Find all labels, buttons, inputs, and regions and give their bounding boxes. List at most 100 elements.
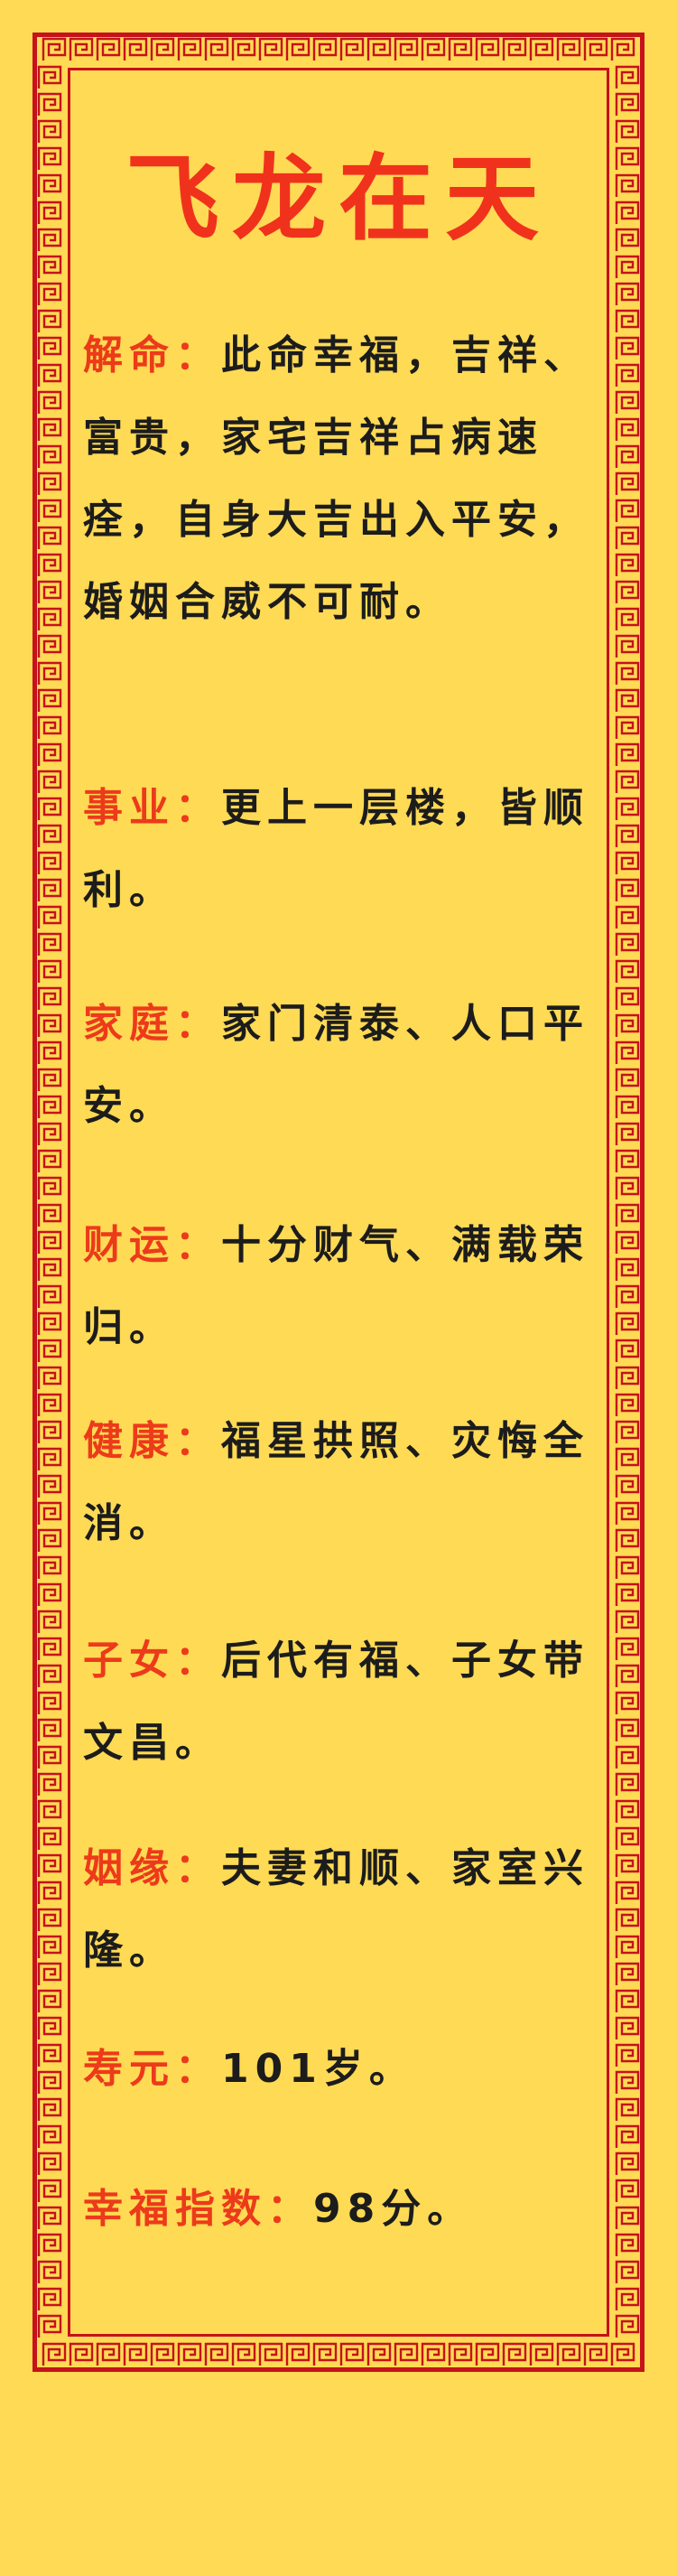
meander-motif [615,1068,640,1091]
section-label: 解命： [83,332,221,378]
meander-motif [37,1935,62,1958]
meander-motif [615,1989,640,2012]
meander-motif [615,92,640,116]
meander-motif [37,2016,62,2039]
meander-motif [96,37,121,61]
meander-motif [615,417,640,441]
meander-motif [615,1799,640,1823]
meander-motif [615,1826,640,1850]
meander-motif [615,851,640,874]
section-zinv: 子女：后代有福、子女带文昌。 [83,1619,598,1784]
meander-motif [37,959,62,983]
meander-motif [37,986,62,1010]
meander-motif [37,824,62,847]
meander-motif [610,37,635,61]
meander-motif [37,878,62,901]
meander-motif [615,1772,640,1796]
meander-motif [615,390,640,414]
meander-motif [177,37,202,61]
meander-motif [37,2124,62,2148]
meander-motif [37,390,62,414]
meander-motif [615,2016,640,2039]
meander-motif [615,2260,640,2283]
fret-pattern-left [36,63,63,2341]
section-yinyuan: 姻缘：夫妻和顺、家室兴隆。 [83,1827,598,1992]
meander-motif [615,1095,640,1118]
meander-motif [37,1257,62,1281]
meander-motif [615,1908,640,1931]
meander-motif [615,1176,640,1199]
meander-motif [37,2043,62,2067]
section-xingfu: 幸福指数：98分。 [83,2168,598,2250]
meander-motif [615,932,640,956]
meander-motif [615,742,640,766]
section-jieming: 解命：此命幸福，吉祥、富贵，家宅吉祥占病速痊，自身大吉出入平安，婚姻合威不可耐。 [83,314,598,643]
meander-motif [37,1122,62,1145]
meander-motif [529,2342,554,2366]
meander-motif [615,2206,640,2229]
meander-motif [615,824,640,847]
meander-motif [615,2097,640,2121]
meander-motif [204,2342,229,2366]
meander-motif [42,37,67,61]
meander-motif [37,770,62,793]
meander-motif [37,2151,62,2175]
meander-motif [615,1474,640,1498]
meander-motif [37,2070,62,2094]
meander-motif [312,2342,338,2366]
meander-motif [615,797,640,820]
meander-motif [556,37,581,61]
meander-motif [37,661,62,685]
meander-motif [37,851,62,874]
meander-motif [37,634,62,658]
meander-motif [37,1908,62,1931]
meander-motif [615,1257,640,1281]
meander-motif [615,905,640,929]
meander-motif [258,37,283,61]
meander-motif [37,2097,62,2121]
section-label: 事业： [83,785,221,831]
meander-motif [204,37,229,61]
meander-motif [615,1447,640,1470]
meander-motif [366,37,392,61]
meander-motif [615,309,640,332]
meander-motif [231,37,256,61]
meander-motif [69,37,94,61]
meander-motif [37,1501,62,1525]
section-label: 家庭： [83,1001,221,1047]
meander-motif [615,1745,640,1769]
meander-motif [615,959,640,983]
meander-motif [615,2314,640,2338]
meander-motif [258,2342,283,2366]
meander-motif [615,1230,640,1254]
meander-motif [123,37,148,61]
meander-motif [610,2342,635,2366]
meander-motif [615,2070,640,2094]
meander-motif [96,2342,121,2366]
meander-motif [37,526,62,549]
meander-motif [502,37,527,61]
meander-motif [615,1366,640,1389]
meander-motif [615,661,640,685]
meander-motif [37,688,62,712]
meander-motif [615,1555,640,1579]
meander-motif [37,1176,62,1199]
meander-motif [615,1149,640,1172]
meander-motif [615,2287,640,2310]
meander-motif [615,2124,640,2148]
meander-motif [37,417,62,441]
meander-motif [615,1311,640,1335]
page-title: 飞龙在天 [125,143,552,254]
meander-motif [615,336,640,359]
section-label: 财运： [83,1222,221,1268]
meander-motif [615,770,640,793]
meander-motif [615,1041,640,1064]
meander-motif [37,1772,62,1796]
meander-motif [615,1881,640,1904]
meander-motif [475,2342,500,2366]
meander-motif [615,1284,640,1308]
meander-motif [37,1311,62,1335]
section-text: 101岁。 [221,2046,415,2092]
meander-motif [37,2287,62,2310]
meander-motif [615,1203,640,1227]
